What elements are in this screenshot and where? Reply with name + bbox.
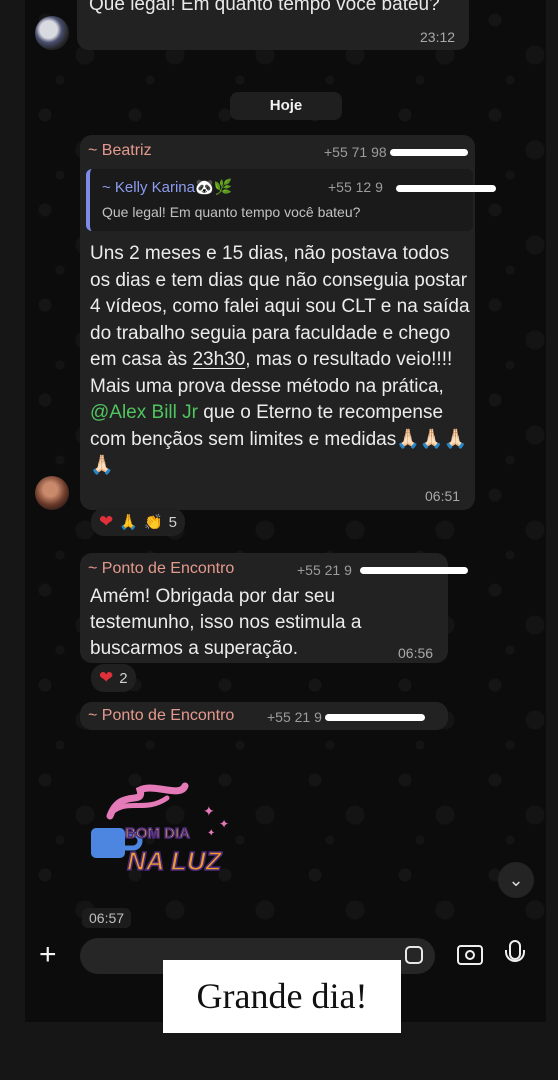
message-bubble-beatriz[interactable]: ~ Beatriz +55 71 98 ~ Kelly Karina🐼🌿 +55… — [80, 135, 496, 510]
sender-phone: +55 21 9 — [297, 562, 352, 578]
bom-dia-sticker[interactable]: BOM DIA NA LUZ ✦ ✦ ✦ — [85, 778, 255, 878]
sticker-text-line2: NA LUZ — [127, 846, 222, 876]
chat-screen: Que legal! Em quanto tempo você bateu? 2… — [25, 0, 546, 1022]
message-time: 23:12 — [420, 29, 456, 45]
message-bubble[interactable]: Que legal! Em quanto tempo você bateu? 2… — [77, 0, 469, 50]
sticker-image: BOM DIA NA LUZ ✦ ✦ ✦ — [91, 782, 229, 877]
message-text: Amém! Obrigada por dar seu testemunho, i… — [90, 586, 362, 659]
microphone-icon[interactable] — [505, 940, 525, 962]
redaction-mark — [360, 567, 468, 574]
quoted-phone: +55 12 9 — [328, 179, 383, 195]
sender-phone: +55 71 98 — [324, 144, 387, 160]
message-text: Uns 2 meses e 15 dias, não postava todos… — [90, 243, 470, 476]
message-bubble-ponto[interactable]: ~ Ponto de Encontro +55 21 9 Amém! Obrig… — [80, 553, 468, 663]
sender-name[interactable]: ~ Ponto de Encontro — [88, 560, 234, 578]
svg-text:✦: ✦ — [219, 817, 229, 831]
sticker-text-line1: BOM DIA — [125, 825, 190, 842]
plus-icon[interactable]: + — [39, 940, 57, 970]
sender-name[interactable]: ~ Beatriz — [88, 142, 152, 160]
message-time: 06:51 — [425, 488, 461, 504]
scroll-down-button[interactable]: ⌄ — [498, 862, 534, 898]
day-divider: Hoje — [230, 92, 342, 120]
svg-text:✦: ✦ — [207, 828, 215, 839]
redaction-mark — [325, 714, 425, 721]
pray-icon: 🙏 — [119, 514, 138, 531]
redaction-mark — [396, 185, 496, 192]
sticker-icon[interactable] — [405, 946, 423, 964]
sender-phone: +55 21 9 — [267, 709, 322, 725]
sender-avatar[interactable] — [35, 476, 69, 510]
redaction-mark — [390, 149, 468, 156]
time-link[interactable]: 23h30 — [192, 349, 245, 370]
mention-link[interactable]: @Alex Bill Jr — [90, 402, 198, 423]
svg-text:✦: ✦ — [203, 803, 215, 819]
message-bubble-sticker-header[interactable]: ~ Ponto de Encontro +55 21 9 — [80, 702, 448, 730]
reaction-count: 5 — [168, 513, 177, 531]
message-text: Que legal! Em quanto tempo você bateu? — [89, 0, 440, 15]
heart-icon: ❤ — [99, 668, 114, 687]
quoted-sender: ~ Kelly Karina🐼🌿 — [102, 179, 233, 196]
clap-icon: 👏 — [143, 514, 163, 531]
quoted-message[interactable]: ~ Kelly Karina🐼🌿 +55 12 9 Que legal! Em … — [86, 169, 496, 231]
reactions-badge[interactable]: ❤ 2 — [91, 664, 136, 692]
reactions-badge[interactable]: ❤ 🙏 👏 5 — [91, 508, 185, 536]
camera-icon[interactable] — [457, 945, 483, 965]
sender-name[interactable]: ~ Ponto de Encontro — [88, 707, 234, 725]
sticker-time: 06:57 — [82, 908, 132, 928]
quoted-text: Que legal! Em quanto tempo você bateu? — [102, 204, 361, 220]
message-time: 06:56 — [398, 645, 434, 661]
caption-overlay: Grande dia! — [163, 960, 401, 1033]
reaction-count: 2 — [119, 669, 128, 687]
sender-avatar[interactable] — [35, 16, 69, 50]
heart-icon: ❤ — [99, 512, 114, 531]
